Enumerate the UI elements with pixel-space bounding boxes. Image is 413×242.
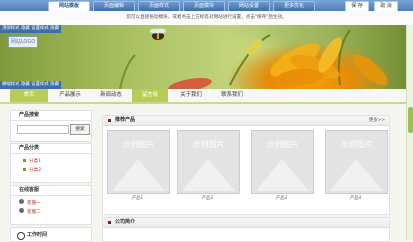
banner-hide-link-2[interactable]: 隐藏 bbox=[50, 82, 59, 87]
product-image[interactable]: 示例图片 bbox=[325, 130, 388, 194]
clock-icon bbox=[17, 232, 25, 240]
search-panel-title: 产品搜索 bbox=[11, 111, 91, 121]
top-set-style-link[interactable]: 设置样式 bbox=[31, 26, 49, 31]
service-panel: 在线客服 客服一 客服二 bbox=[10, 185, 92, 225]
nav-news[interactable]: 新闻动态 bbox=[92, 89, 130, 102]
mountain-icon bbox=[330, 159, 383, 191]
category-panel: 产品分类 分类1 分类2 bbox=[10, 143, 92, 183]
qq-icon bbox=[19, 199, 24, 204]
image-placeholder-label: 示例图片 bbox=[266, 140, 299, 149]
product-name[interactable]: 产品1 bbox=[107, 195, 168, 201]
banner-set-style-link[interactable]: 设置样式 bbox=[31, 82, 49, 87]
banner-image bbox=[0, 25, 413, 89]
nav-about[interactable]: 关于我们 bbox=[172, 89, 210, 102]
service-panel-title: 在线客服 bbox=[11, 186, 91, 196]
nav-guestbook[interactable]: 留言板 bbox=[132, 89, 168, 102]
nav-contact[interactable]: 联系我们 bbox=[212, 89, 252, 102]
banner-style-link[interactable]: 横幅样式 bbox=[2, 82, 20, 87]
bullet-icon bbox=[108, 119, 111, 122]
top-edit-row: 顶部样式 隐藏 设置样式 隐藏 bbox=[0, 25, 61, 33]
search-input[interactable] bbox=[17, 125, 69, 134]
product-name[interactable]: 产品2 bbox=[177, 195, 238, 201]
mountain-icon bbox=[112, 159, 165, 191]
about-title: 公司简介 bbox=[115, 219, 136, 225]
product-image[interactable]: 示例图片 bbox=[177, 130, 240, 194]
product-image[interactable]: 示例图片 bbox=[251, 130, 314, 194]
nav-products[interactable]: 产品展示 bbox=[50, 89, 90, 102]
search-button[interactable]: 搜索 bbox=[70, 124, 90, 135]
product-name[interactable]: 产品3 bbox=[251, 195, 312, 201]
vertical-scrollbar[interactable] bbox=[406, 25, 413, 240]
image-placeholder-label: 示例图片 bbox=[122, 140, 155, 149]
recommended-products-panel: 推荐产品 更多>> 示例图片 产品1 示例图片 产品2 示例图片 产品3 示例图… bbox=[102, 115, 390, 215]
service-item[interactable]: 客服二 bbox=[11, 208, 91, 217]
scroll-thumb[interactable] bbox=[408, 107, 413, 133]
category-item[interactable]: 分类2 bbox=[11, 166, 91, 175]
search-panel: 产品搜索 搜索 bbox=[10, 110, 92, 142]
top-style-link[interactable]: 顶部样式 bbox=[2, 26, 20, 31]
banner-edit-row: 横幅样式 隐藏 设置样式 隐藏 bbox=[0, 81, 61, 89]
bullet-icon bbox=[108, 221, 111, 224]
notice-bar: 您可以直接拖动模块，或者点击上方标签对网站进行设置，点击"保存"后生效。 bbox=[0, 11, 413, 26]
mountain-icon bbox=[182, 159, 235, 191]
about-panel: 公司简介 bbox=[102, 217, 390, 242]
flower-illustration bbox=[119, 29, 388, 89]
more-link[interactable]: 更多>> bbox=[369, 116, 385, 125]
top-hide-link-2[interactable]: 隐藏 bbox=[50, 26, 59, 31]
products-header: 推荐产品 更多>> bbox=[103, 116, 389, 126]
image-placeholder-label: 示例图片 bbox=[192, 140, 225, 149]
category-item[interactable]: 分类1 bbox=[11, 157, 91, 166]
mountain-icon bbox=[256, 159, 309, 191]
bullet-icon bbox=[23, 168, 26, 171]
bullet-icon bbox=[23, 159, 26, 162]
worktime-title: 工作时间 bbox=[27, 232, 48, 238]
products-title: 推荐产品 bbox=[115, 117, 136, 123]
nav-home[interactable]: 首页 bbox=[10, 89, 48, 102]
qq-icon bbox=[19, 208, 24, 213]
image-placeholder-label: 示例图片 bbox=[340, 140, 373, 149]
site-logo[interactable]: 网站LOGO bbox=[8, 36, 38, 48]
top-hide-link[interactable]: 隐藏 bbox=[21, 26, 30, 31]
banner-hide-link[interactable]: 隐藏 bbox=[21, 82, 30, 87]
service-item[interactable]: 客服一 bbox=[11, 199, 91, 208]
about-header: 公司简介 bbox=[103, 218, 389, 228]
product-image[interactable]: 示例图片 bbox=[107, 130, 170, 194]
product-name[interactable]: 产品4 bbox=[325, 195, 386, 201]
bee-icon bbox=[150, 28, 166, 40]
category-panel-title: 产品分类 bbox=[11, 144, 91, 154]
